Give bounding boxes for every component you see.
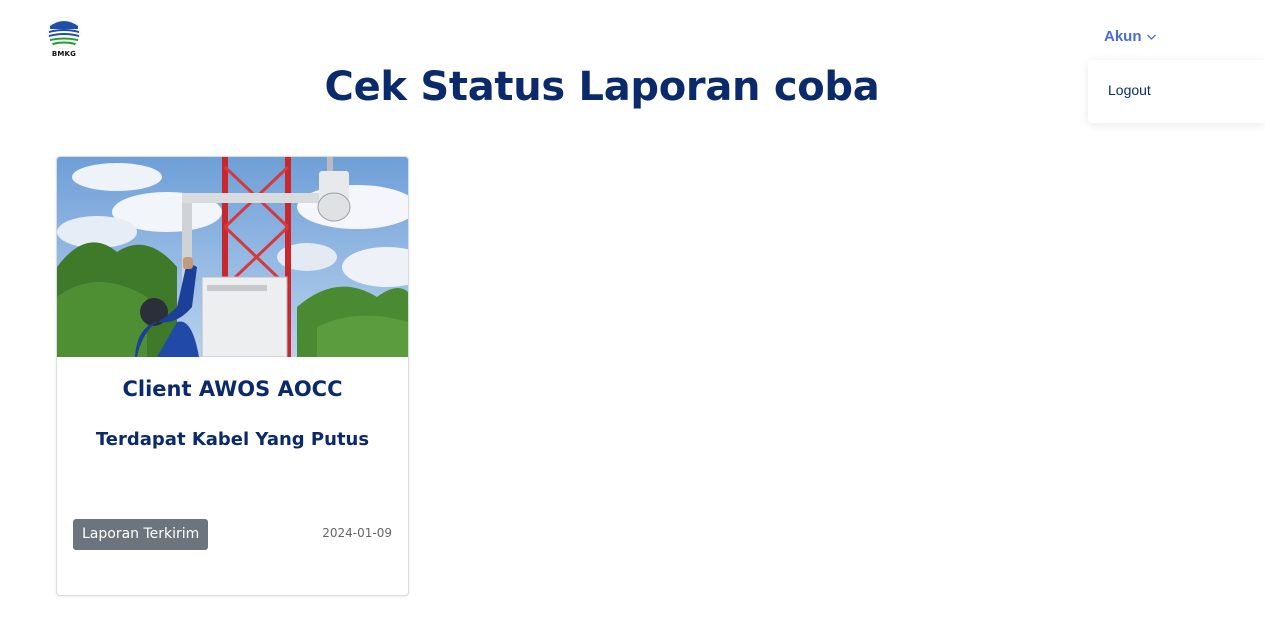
- report-client: Client AWOS AOCC: [122, 377, 343, 401]
- bmkg-logo-mark: [47, 16, 81, 50]
- report-issue: Terdapat Kabel Yang Putus: [95, 429, 370, 450]
- status-badge: Laporan Terkirim: [73, 519, 209, 550]
- account-menu-toggle[interactable]: Akun: [1104, 28, 1157, 45]
- account-label: Akun: [1104, 28, 1142, 45]
- report-photo: [57, 157, 408, 357]
- logo-text: BMKG: [51, 50, 77, 58]
- chevron-down-icon: [1146, 34, 1156, 40]
- report-date: 2024-01-09: [322, 526, 392, 540]
- bmkg-logo[interactable]: BMKG: [47, 16, 81, 60]
- report-card[interactable]: Client AWOS AOCC Terdapat Kabel Yang Put…: [56, 156, 409, 596]
- page-title: Cek Status Laporan coba: [324, 64, 880, 110]
